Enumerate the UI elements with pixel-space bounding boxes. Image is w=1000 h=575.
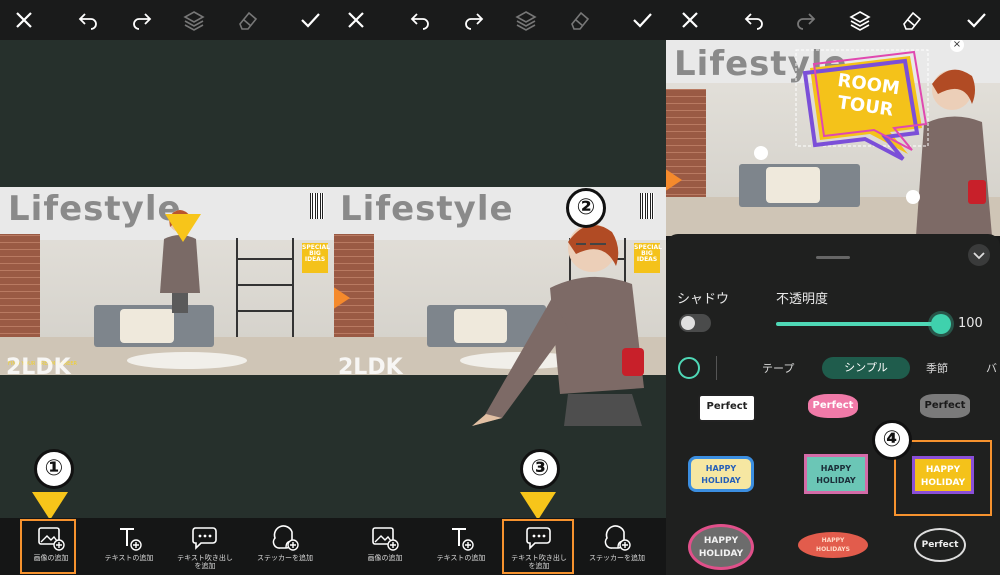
layers-icon[interactable] [182,8,206,32]
sticker-text: HAPPY HOLIDAY [688,456,754,492]
add-image-button[interactable]: 画像の追加 [350,524,420,562]
tab-simple[interactable]: シンプル [822,357,910,379]
sticker-perfect-sketch[interactable]: Perfect [902,524,992,575]
check-icon[interactable] [298,8,322,32]
close-icon[interactable] [12,8,36,32]
sticker-perfect-white[interactable]: Perfect [678,394,768,456]
layers-icon[interactable] [848,8,872,32]
sticker-bottom-sheet: シャドウ 不透明度 100 テープ シンプル 季節 バ Perfect Perf… [666,234,1000,575]
sticker-rotate-icon[interactable] [906,190,920,204]
editor-screen-1: Lifestyle SPECIAL BIG IDEAS FIND YOUR DR… [0,0,334,575]
add-sticker-button[interactable]: ステッカーを追加 [582,524,652,562]
opacity-slider-thumb[interactable] [931,314,951,334]
add-text-label: テキストの追加 [104,554,154,562]
add-sticker-label: ステッカーを追加 [257,554,313,562]
editor-screen-3: Lifestyle ROOM TOUR × シャドウ 不透明度 100 テープ … [666,0,1000,575]
eraser-icon[interactable] [236,8,260,32]
undo-icon[interactable] [76,8,100,32]
step-marker-1: ① [34,449,74,489]
sticker-flip-icon[interactable] [754,146,768,160]
editing-canvas[interactable]: Lifestyle SPECIAL BIG IDEAS FIND YOUR DR… [0,40,334,518]
barcode [310,193,324,219]
add-image-label: 画像の追加 [367,554,403,562]
add-text-label: テキストの追加 [436,554,486,562]
sheet-drag-handle[interactable] [816,256,850,259]
eraser-icon[interactable] [900,8,924,32]
undo-icon[interactable] [742,8,766,32]
pointer-arrow-down [32,492,68,520]
step-marker-3: ③ [520,449,560,489]
step-marker-2: ② [566,188,606,228]
sticker-happy-holiday-gray[interactable]: HAPPY HOLIDAY [680,520,770,575]
close-icon[interactable] [678,8,702,32]
sticker-category-tabs: テープ シンプル 季節 バ [666,354,1000,384]
eraser-icon[interactable] [568,8,592,32]
add-sticker-button[interactable]: ステッカーを追加 [250,524,320,562]
layers-icon[interactable] [514,8,538,32]
store-icon[interactable] [678,357,700,379]
tab-more[interactable]: バ [986,360,997,376]
magazine-bottom-text: 2LDK [338,355,403,375]
close-icon[interactable] [344,8,368,32]
pointer-arrow-right [334,274,350,322]
editor-screen-2: Lifestyle SPECIAL BIG IDEAS 2LDK ② ③ 画像の… [334,0,666,575]
top-toolbar [0,0,334,40]
shadow-label: シャドウ [677,292,730,307]
sticker-happy-holiday-blue[interactable]: HAPPY HOLIDAY [680,452,770,514]
editing-canvas[interactable]: Lifestyle SPECIAL BIG IDEAS 2LDK [334,40,666,518]
pointer-arrow-down [520,492,556,520]
sticker-text: Perfect [808,394,858,418]
divider [716,356,717,380]
magazine-bottom-text: 2LDK [6,355,71,375]
step-marker-4: ④ [872,420,912,460]
add-text-button[interactable]: テキストの追加 [94,524,164,562]
undo-icon[interactable] [408,8,432,32]
magazine-photo-zoomed[interactable]: Lifestyle ROOM TOUR × [666,40,1000,236]
highlight-speech-bubble [502,519,574,574]
opacity-label: 不透明度 [776,292,829,307]
sticker-text: Perfect [914,528,966,562]
check-icon[interactable] [630,8,654,32]
cutout-woman-sticker[interactable] [472,218,666,426]
shadow-toggle[interactable] [679,314,711,332]
top-toolbar [334,0,666,40]
redo-icon[interactable] [462,8,486,32]
sticker-text: HAPPY HOLIDAYS [798,532,868,558]
barcode [640,193,654,219]
sticker-happy-holiday-teal[interactable]: HAPPY HOLIDAY [794,452,884,514]
add-sticker-label: ステッカーを追加 [589,554,645,562]
opacity-slider-track[interactable] [776,322,942,326]
speech-bubble-icon [192,527,217,550]
magazine-badge: SPECIAL BIG IDEAS [302,243,330,273]
sticker-text: Perfect [920,394,970,418]
sticker-perfect-pink[interactable]: Perfect [788,394,878,456]
add-text-button[interactable]: テキストの追加 [426,524,496,562]
add-text-icon [452,528,474,551]
check-icon[interactable] [964,8,988,32]
sticker-icon [272,525,299,551]
sticker-happy-holidays-red[interactable]: HAPPY HOLIDAYS [792,526,882,575]
sticker-icon [604,525,631,551]
bottom-toolbar: 画像の追加 テキストの追加 テキスト吹き出し を追加 ステッカーを追加 [334,518,666,575]
add-image-icon [372,527,399,551]
pointer-arrow-right [666,156,682,204]
sticker-text: Perfect [698,394,756,422]
pointer-arrow-down [165,214,201,242]
highlight-selected-sticker [894,440,992,516]
redo-icon[interactable] [794,8,818,32]
highlight-add-image [20,519,76,574]
add-speech-bubble-label: テキスト吹き出し を追加 [177,554,233,570]
sticker-text: HAPPY HOLIDAY [804,454,868,494]
add-text-icon [120,528,142,551]
tab-seasonal[interactable]: 季節 [926,360,948,376]
add-speech-bubble-button[interactable]: テキスト吹き出し を追加 [170,524,240,570]
top-toolbar [666,0,1000,40]
sticker-text: HAPPY HOLIDAY [688,524,754,570]
opacity-value: 100 [958,316,983,331]
redo-icon[interactable] [130,8,154,32]
chevron-down-icon[interactable] [968,244,990,266]
tab-tape[interactable]: テープ [762,360,794,376]
